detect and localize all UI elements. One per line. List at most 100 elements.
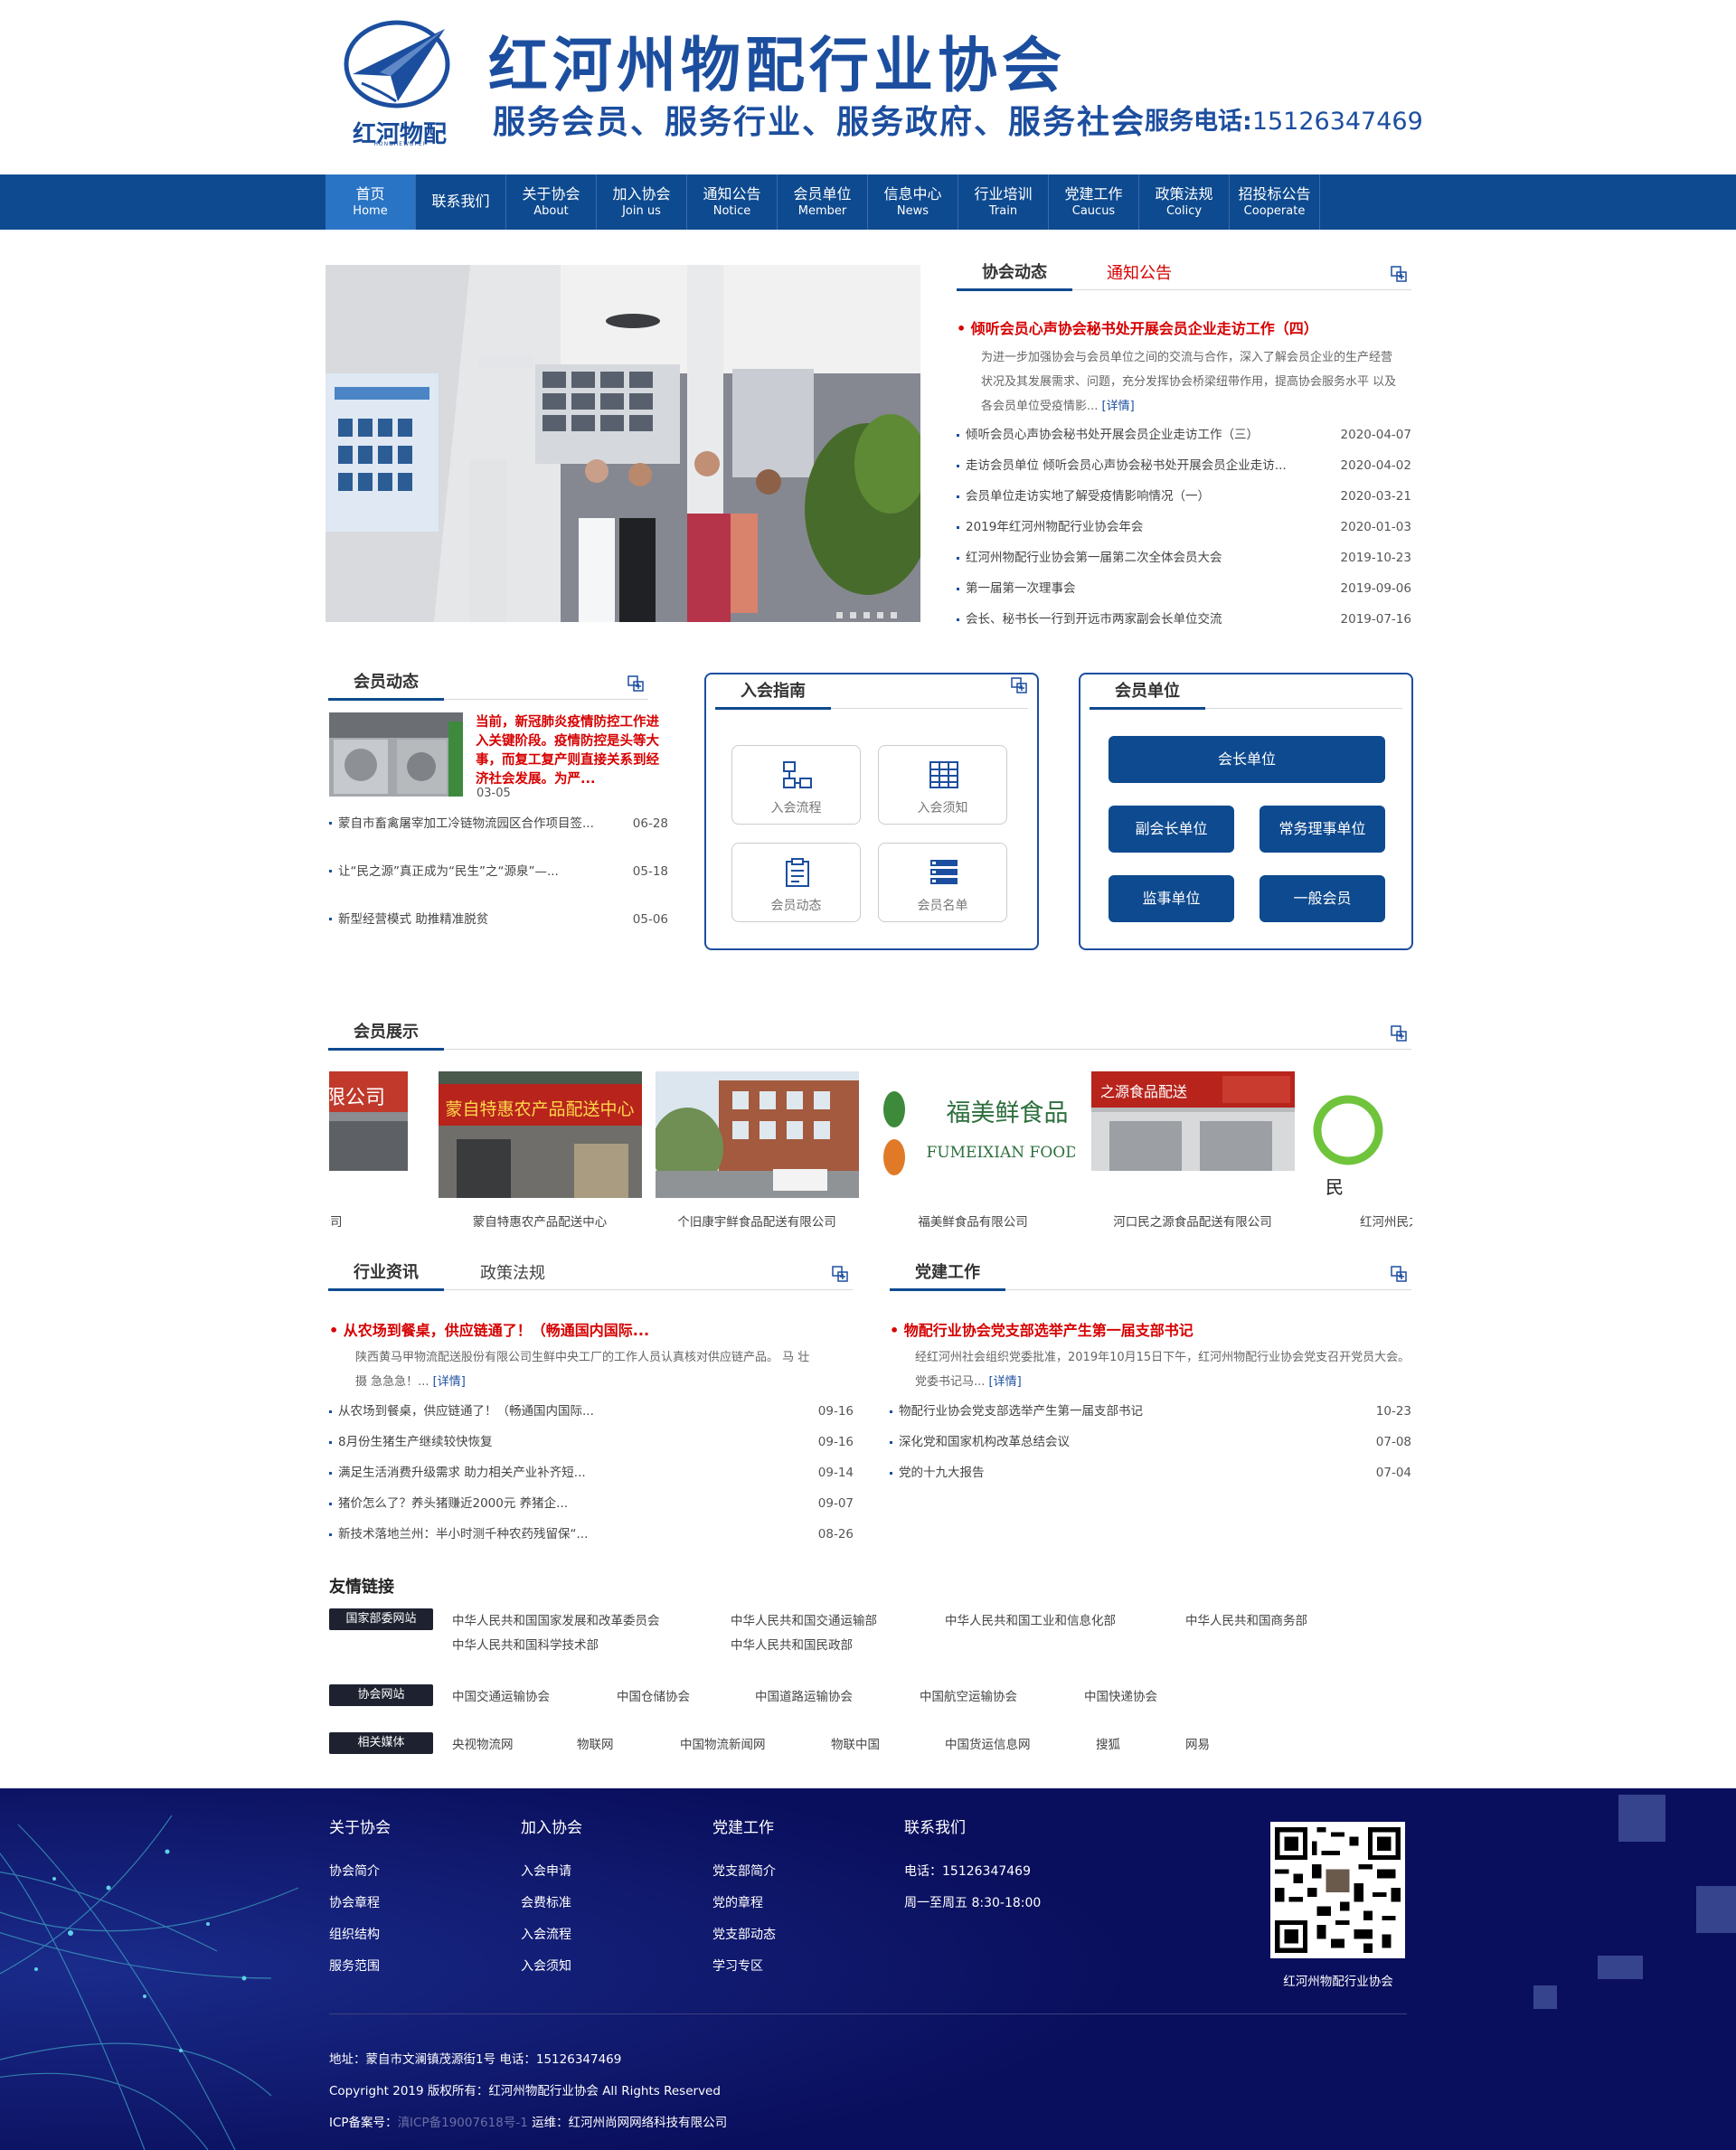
tab-notices[interactable]: 通知公告: [1107, 259, 1172, 288]
footer-link[interactable]: 入会流程: [521, 1925, 571, 1943]
news-item[interactable]: 倾听会员心声协会秘书处开展会员企业走访工作（三） 2020-04-07: [957, 420, 1411, 450]
party-headline-text[interactable]: 物配行业协会党支部选举产生第一届支部书记: [904, 1322, 1194, 1339]
detail-link[interactable]: [详情]: [989, 1375, 1022, 1389]
detail-link[interactable]: [详情]: [433, 1375, 466, 1389]
member-news-scroll[interactable]: 蒙自市畜禽屠宰加工冷链物流园区合作项目签... 06-28 让“民之源”真正成为“民…: [329, 807, 668, 952]
news-item-title[interactable]: 红河州物配行业协会第一届第二次全体会员大会: [966, 551, 1222, 565]
banner-slideshow[interactable]: [326, 265, 920, 622]
friend-link[interactable]: 搜狐: [1096, 1734, 1120, 1752]
news-item-title[interactable]: 2019年红河州物配行业协会年会: [966, 520, 1143, 534]
showcase-image[interactable]: [656, 1071, 859, 1198]
footer-link[interactable]: 组织结构: [329, 1925, 380, 1943]
party-headline[interactable]: • 物配行业协会党支部选举产生第一届支部书记: [890, 1318, 1194, 1340]
nav-item[interactable]: 党建工作 Caucus: [1049, 174, 1139, 230]
general-member-button[interactable]: 一般会员: [1260, 875, 1385, 922]
news-item-title[interactable]: 让“民之源”真正成为“民生”之“源泉”—...: [338, 863, 600, 881]
friend-link[interactable]: 中华人民共和国交通运输部: [731, 1610, 877, 1628]
news-item-title[interactable]: 新型经营模式 助推精准脱贫: [338, 910, 600, 929]
footer-link[interactable]: 协会章程: [329, 1893, 380, 1911]
news-item[interactable]: 满足生活消费升级需求 助力相关产业补齐短... 09-14: [329, 1457, 854, 1488]
slide-dot[interactable]: [891, 612, 897, 618]
news-item[interactable]: 会员单位走访实地了解受疫情影响情况（一） 2020-03-21: [957, 481, 1411, 512]
footer-link[interactable]: 党支部动态: [712, 1925, 776, 1943]
more-icon[interactable]: [1390, 1265, 1408, 1283]
news-item[interactable]: 物配行业协会党支部选举产生第一届支部书记 10-23: [890, 1396, 1411, 1427]
news-item-title[interactable]: 深化党和国家机构改革总结会议: [899, 1435, 1070, 1449]
showcase-caption[interactable]: 福美鲜食品有限公司: [855, 1212, 1090, 1230]
news-item[interactable]: 新型经营模式 助推精准脱贫 05-06: [329, 903, 668, 951]
member-news-thumbnail[interactable]: [329, 712, 463, 797]
friend-link[interactable]: 中华人民共和国工业和信息化部: [945, 1610, 1116, 1628]
friend-link[interactable]: 中国仓储协会: [617, 1686, 690, 1704]
footer-link[interactable]: 服务范围: [329, 1957, 380, 1975]
showcase-caption[interactable]: 蒙自特惠农产品配送中心: [422, 1212, 657, 1230]
more-icon[interactable]: [627, 674, 645, 693]
logo-icon[interactable]: [344, 20, 450, 108]
nav-item[interactable]: 招投标公告 Cooperate: [1230, 174, 1320, 230]
news-item[interactable]: 8月份生猪生产继续较快恢复 09-16: [329, 1427, 854, 1457]
friend-link[interactable]: 中国物流新闻网: [680, 1734, 766, 1752]
news-item-title[interactable]: 猪价怎么了？养头猪赚近2000元 养猪企...: [338, 1496, 568, 1511]
president-unit-button[interactable]: 会长单位: [1109, 736, 1385, 783]
footer-link[interactable]: 协会简介: [329, 1862, 380, 1880]
footer-link[interactable]: 入会申请: [521, 1862, 571, 1880]
news-item-title[interactable]: 会员单位走访实地了解受疫情影响情况（一）: [966, 489, 1210, 504]
friend-link[interactable]: 物联网: [577, 1734, 614, 1752]
more-icon[interactable]: [1390, 1024, 1408, 1042]
nav-item[interactable]: 通知公告 Notice: [687, 174, 778, 230]
news-item-title[interactable]: 从农场到餐桌，供应链通了！（畅通国内国际...: [338, 1404, 594, 1419]
slide-dot[interactable]: [863, 612, 870, 618]
friend-link[interactable]: 中国快递协会: [1084, 1686, 1157, 1704]
guide-card-notice[interactable]: 入会须知: [878, 745, 1007, 825]
friend-link[interactable]: 中华人民共和国科学技术部: [452, 1635, 599, 1653]
news-item[interactable]: 2019年红河州物配行业协会年会 2020-01-03: [957, 512, 1411, 542]
showcase-caption[interactable]: 家具有限公司: [329, 1212, 423, 1230]
member-news-feature[interactable]: 当前，新冠肺炎疫情防控工作进入关键阶段。疫情防控是头等大事，而复工复产则直接关系…: [476, 713, 669, 789]
friend-link[interactable]: 中国货运信息网: [945, 1734, 1031, 1752]
showcase-image[interactable]: 有限公司: [329, 1071, 408, 1171]
icp-number-link[interactable]: 滇ICP备19007618号-1: [398, 2116, 528, 2130]
slide-dot[interactable]: [850, 612, 856, 618]
tab-association-news[interactable]: 协会动态: [957, 259, 1072, 291]
detail-link[interactable]: [详情]: [1102, 400, 1135, 413]
news-item[interactable]: 走访会员单位 倾听会员心声协会秘书处开展会员企业走访... 2020-04-02: [957, 450, 1411, 481]
more-icon[interactable]: [1390, 265, 1408, 283]
footer-link[interactable]: 学习专区: [712, 1957, 763, 1975]
showcase-image[interactable]: 民: [1307, 1071, 1412, 1198]
tab-policies[interactable]: 政策法规: [480, 1259, 545, 1288]
news-item[interactable]: 红河州物配行业协会第一届第二次全体会员大会 2019-10-23: [957, 542, 1411, 573]
association-headline-text[interactable]: 倾听会员心声协会秘书处开展会员企业走访工作（四）: [971, 320, 1318, 337]
showcase-caption[interactable]: 红河州民之源食品: [1291, 1212, 1412, 1230]
slide-dot[interactable]: [877, 612, 883, 618]
news-item[interactable]: 民之源社区生鲜连锁超市（世家店）开业...04-26: [329, 951, 668, 952]
news-item[interactable]: 新技术落地兰州：半小时测千种农药残留保“... 08-26: [329, 1519, 854, 1550]
news-item[interactable]: 从农场到餐桌，供应链通了！（畅通国内国际... 09-16: [329, 1396, 854, 1427]
vice-president-unit-button[interactable]: 副会长单位: [1109, 806, 1234, 853]
more-icon[interactable]: [831, 1265, 849, 1283]
news-item-title[interactable]: 满足生活消费升级需求 助力相关产业补齐短...: [338, 1466, 586, 1480]
executive-director-unit-button[interactable]: 常务理事单位: [1260, 806, 1385, 853]
nav-item[interactable]: 政策法规 Colicy: [1139, 174, 1230, 230]
news-item[interactable]: 第一届第一次理事会 2019-09-06: [957, 573, 1411, 604]
nav-item[interactable]: 关于协会 About: [506, 174, 597, 230]
industry-headline[interactable]: • 从农场到餐桌，供应链通了！（畅通国内国际...: [329, 1318, 649, 1340]
news-item-title[interactable]: 党的十九大报告: [899, 1466, 985, 1480]
friend-link[interactable]: 中华人民共和国国家发展和改革委员会: [452, 1610, 660, 1628]
friend-link[interactable]: 中华人民共和国民政部: [731, 1635, 853, 1653]
news-item[interactable]: 党的十九大报告 07-04: [890, 1457, 1411, 1488]
footer-link[interactable]: 会费标准: [521, 1893, 571, 1911]
friend-link[interactable]: 网易: [1185, 1734, 1210, 1752]
news-item-title[interactable]: 8月份生猪生产继续较快恢复: [338, 1435, 493, 1449]
nav-item[interactable]: 加入协会 Join us: [597, 174, 687, 230]
friend-link[interactable]: 中国道路运输协会: [755, 1686, 853, 1704]
slide-dot[interactable]: [836, 612, 843, 618]
friend-link[interactable]: 中国航空运输协会: [920, 1686, 1017, 1704]
news-item[interactable]: 让“民之源”真正成为“民生”之“源泉”—... 05-18: [329, 855, 668, 903]
news-item-title[interactable]: 新技术落地兰州：半小时测千种农药残留保“...: [338, 1527, 588, 1542]
news-item[interactable]: 深化党和国家机构改革总结会议 07-08: [890, 1427, 1411, 1457]
nav-item[interactable]: 行业培训 Train: [958, 174, 1049, 230]
showcase-caption[interactable]: 个旧康宇鲜食品配送有限公司: [639, 1212, 874, 1230]
guide-card-process[interactable]: 入会流程: [731, 745, 861, 825]
slide-dots[interactable]: [326, 612, 920, 618]
supervisor-unit-button[interactable]: 监事单位: [1109, 875, 1234, 922]
